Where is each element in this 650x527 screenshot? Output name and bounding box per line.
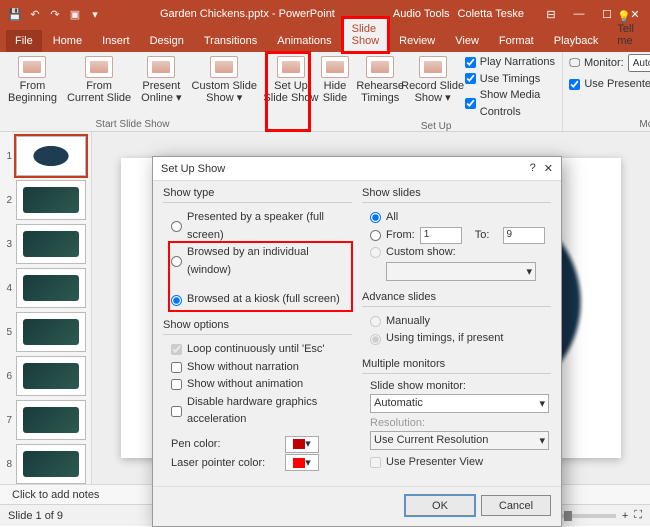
thumbnail[interactable]: 5	[2, 312, 89, 352]
quick-access-toolbar: 💾 ↶ ↷ ▣ ▾	[4, 7, 102, 21]
use-presenter-view-dialog-checkbox: Use Presenter View	[370, 454, 549, 472]
tab-playback[interactable]: Playback	[545, 30, 608, 52]
minimize-icon[interactable]: —	[568, 8, 590, 21]
tab-insert[interactable]: Insert	[93, 30, 139, 52]
tell-me[interactable]: 💡 Tell me	[609, 5, 642, 52]
loop-checkbox: Loop continuously until 'Esc'	[171, 341, 350, 359]
thumbnail[interactable]: 3	[2, 224, 89, 264]
title-bar: 💾 ↶ ↷ ▣ ▾ Garden Chickens.pptx - PowerPo…	[0, 0, 650, 28]
present-online-button[interactable]: Present Online ▾	[139, 54, 183, 106]
show-slides-group: Show slides All From:1 To: 9 Custom show…	[362, 187, 551, 283]
group-label: Set Up	[316, 120, 556, 132]
thumbnail[interactable]: 4	[2, 268, 89, 308]
group-monitors: 🖵Monitor:Automatic Use Presenter View Mo…	[563, 52, 650, 131]
group-start-slide-show: From Beginning From Current Slide Presen…	[0, 52, 266, 131]
set-up-slide-show-button[interactable]: Set Up Slide Show	[266, 52, 310, 131]
audio-tools-label: Audio Tools	[393, 8, 450, 20]
browsed-kiosk-radio[interactable]: Browsed at a kiosk (full screen)	[171, 291, 350, 309]
tab-slide-show[interactable]: Slide Show	[343, 18, 389, 52]
tab-review[interactable]: Review	[390, 30, 444, 52]
slide-show-monitor-select[interactable]: Automatic▾	[370, 394, 549, 413]
record-slide-show-button[interactable]: Record Slide Show ▾	[406, 54, 458, 120]
save-icon[interactable]: 💾	[8, 7, 22, 21]
group-set-up: Hide Slide Rehearse Timings Record Slide…	[310, 52, 563, 131]
thumbnail[interactable]: 8	[2, 444, 89, 484]
tab-file[interactable]: File	[6, 30, 42, 52]
from-beginning-button[interactable]: From Beginning	[6, 54, 59, 106]
fit-to-window-icon[interactable]: ⛶	[634, 509, 642, 522]
multiple-monitors-group: Multiple monitors Slide show monitor: Au…	[362, 358, 551, 474]
tab-design[interactable]: Design	[141, 30, 193, 52]
redo-icon[interactable]: ↷	[48, 7, 62, 21]
monitor-icon: 🖵	[569, 57, 580, 70]
disable-hw-accel-checkbox[interactable]: Disable hardware graphics acceleration	[171, 394, 350, 429]
pen-color-button[interactable]: ▾	[285, 436, 319, 453]
custom-show-select: ▾	[386, 262, 536, 281]
all-slides-radio[interactable]: All	[370, 209, 549, 227]
use-presenter-view-checkbox[interactable]: Use Presenter View	[569, 76, 650, 93]
user-name[interactable]: Coletta Teske	[458, 8, 524, 20]
tab-animations[interactable]: Animations	[268, 30, 340, 52]
tab-view[interactable]: View	[446, 30, 488, 52]
group-label: Monitors	[569, 118, 650, 130]
qat-more-icon[interactable]: ▾	[88, 7, 102, 21]
ribbon-tabs: File Home Insert Design Transitions Anim…	[0, 28, 650, 52]
using-timings-radio: Using timings, if present	[370, 330, 549, 348]
ribbon-options-icon[interactable]: ⊟	[540, 8, 562, 21]
laser-color-button[interactable]: ▾	[285, 454, 319, 471]
presented-by-speaker-radio[interactable]: Presented by a speaker (full screen)	[171, 209, 350, 244]
thumbnail[interactable]: 2	[2, 180, 89, 220]
advance-slides-group: Advance slides Manually Using timings, i…	[362, 291, 551, 350]
resolution-select: Use Current Resolution▾	[370, 431, 549, 450]
tab-transitions[interactable]: Transitions	[195, 30, 266, 52]
thumbnail[interactable]: 7	[2, 400, 89, 440]
custom-show-radio: Custom show:	[370, 244, 549, 262]
ribbon: From Beginning From Current Slide Presen…	[0, 52, 650, 132]
browsed-individual-radio[interactable]: Browsed by an individual (window)	[171, 244, 350, 279]
show-options-group: Show options Loop continuously until 'Es…	[163, 319, 352, 474]
dialog-title: Set Up Show	[161, 163, 225, 175]
set-up-show-dialog: Set Up Show ? ✕ Show type Presented by a …	[152, 156, 562, 527]
slide-thumbnails[interactable]: 1 2 3 4 5 6 7 8 9	[0, 132, 92, 484]
from-to-radio[interactable]: From:1 To: 9	[370, 227, 549, 245]
show-media-controls-checkbox[interactable]: Show Media Controls	[465, 87, 557, 120]
thumbnail[interactable]: 6	[2, 356, 89, 396]
cancel-button[interactable]: Cancel	[481, 495, 551, 516]
manually-radio: Manually	[370, 313, 549, 331]
undo-icon[interactable]: ↶	[28, 7, 42, 21]
custom-slide-show-button[interactable]: Custom Slide Show ▾	[190, 54, 259, 106]
hide-slide-button[interactable]: Hide Slide	[316, 54, 354, 120]
from-current-slide-button[interactable]: From Current Slide	[65, 54, 133, 106]
share-button[interactable]: Share	[646, 30, 650, 52]
help-icon[interactable]: ?	[530, 162, 536, 175]
ok-button[interactable]: OK	[405, 495, 475, 516]
monitor-select[interactable]: Automatic	[628, 54, 650, 72]
play-narrations-checkbox[interactable]: Play Narrations	[465, 54, 557, 71]
tab-home[interactable]: Home	[44, 30, 91, 52]
rehearse-timings-button[interactable]: Rehearse Timings	[360, 54, 401, 120]
without-narration-checkbox[interactable]: Show without narration	[171, 359, 350, 377]
without-animation-checkbox[interactable]: Show without animation	[171, 376, 350, 394]
thumbnail[interactable]: 1	[2, 136, 89, 176]
show-type-group: Show type Presented by a speaker (full s…	[163, 187, 352, 311]
start-icon[interactable]: ▣	[68, 7, 82, 21]
from-spinner[interactable]: 1	[420, 227, 462, 244]
to-spinner[interactable]: 9	[503, 227, 545, 244]
dialog-close-icon[interactable]: ✕	[544, 162, 553, 175]
group-label: Start Slide Show	[6, 118, 259, 130]
use-timings-checkbox[interactable]: Use Timings	[465, 71, 557, 88]
tab-format[interactable]: Format	[490, 30, 543, 52]
